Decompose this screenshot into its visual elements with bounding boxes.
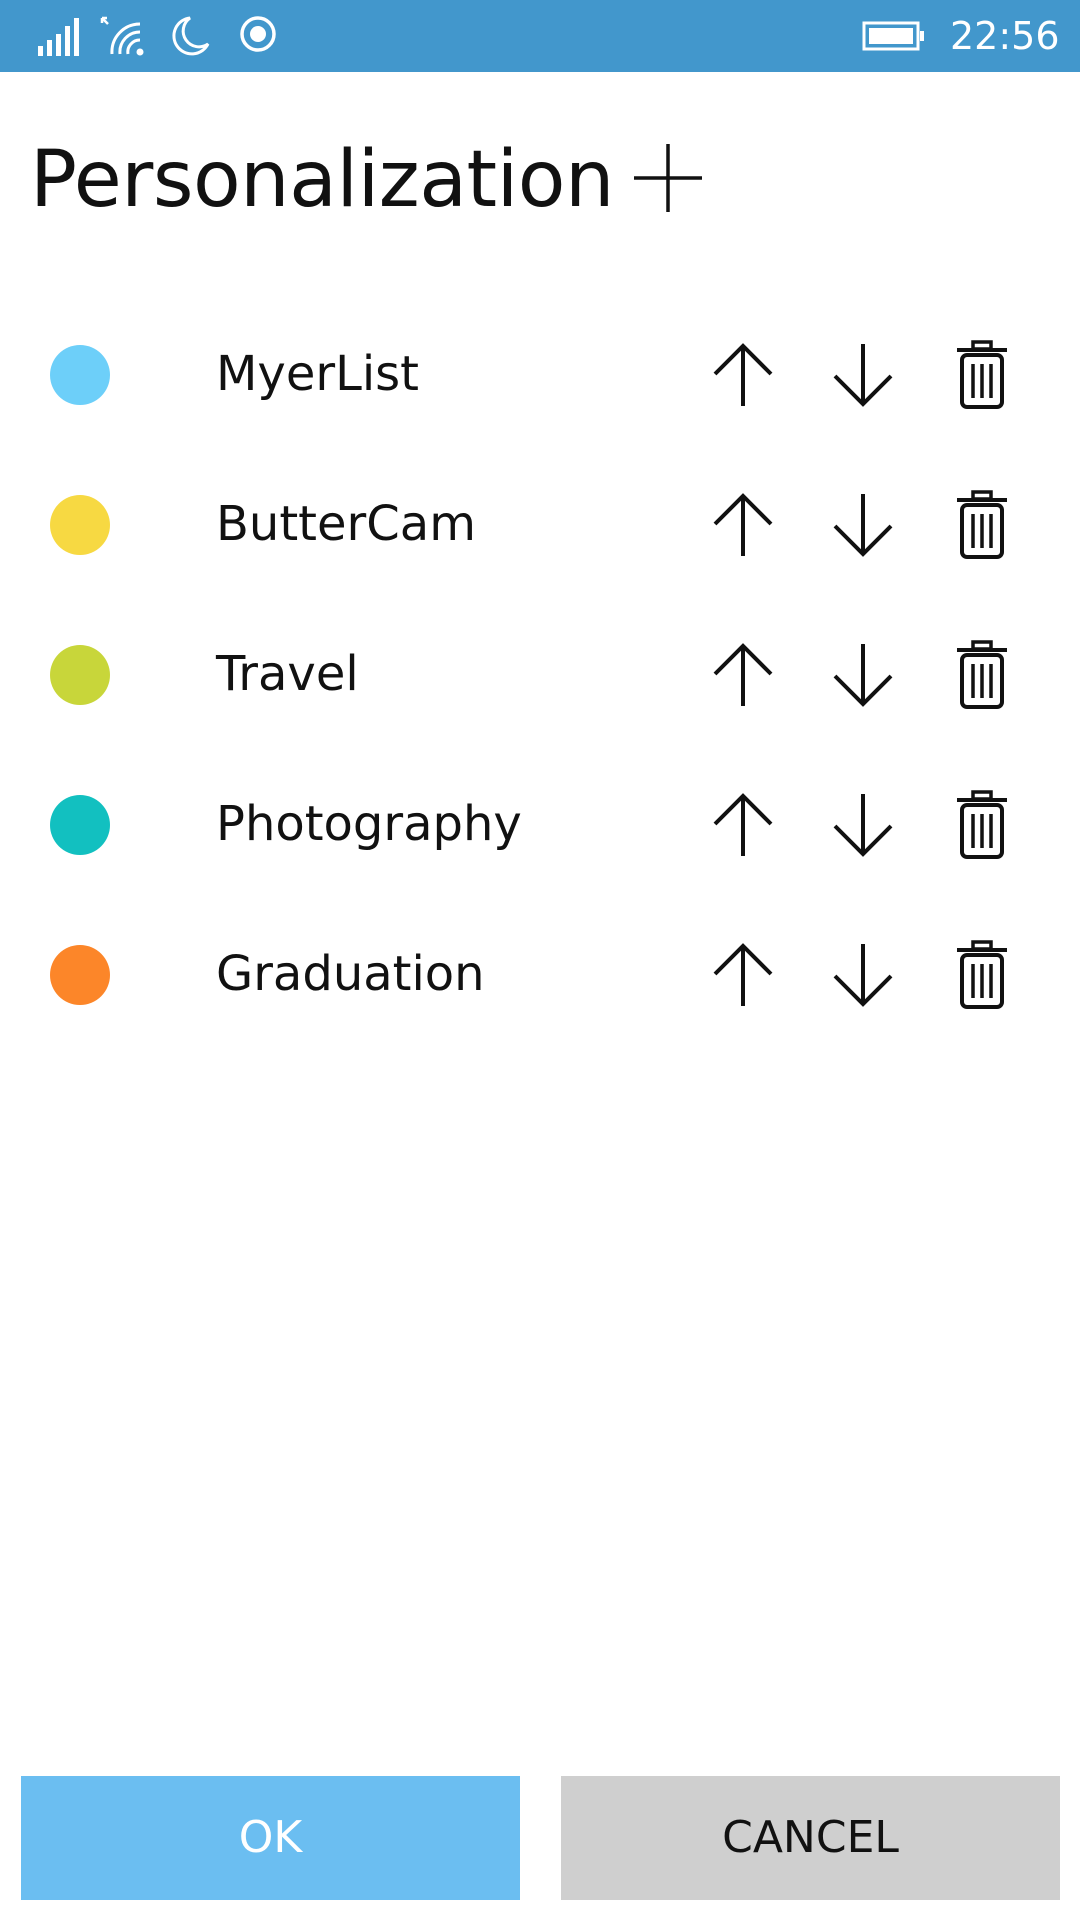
move-down-button[interactable] (828, 640, 898, 710)
wifi-icon (100, 14, 148, 58)
arrow-up-icon (713, 943, 773, 1006)
arrow-down-icon (833, 794, 893, 857)
move-up-button[interactable] (708, 340, 778, 410)
category-name: MyerList (216, 346, 419, 402)
delete-button[interactable] (947, 340, 1017, 410)
list-item: ButterCam (0, 450, 1080, 600)
list-item: MyerList (0, 300, 1080, 450)
category-name: Photography (216, 796, 522, 852)
plus-icon (634, 144, 702, 212)
cancel-button[interactable]: CANCEL (561, 1776, 1060, 1900)
arrow-up-icon (713, 493, 773, 556)
status-bar: 22:56 (0, 0, 1080, 72)
move-down-button[interactable] (828, 340, 898, 410)
move-down-button[interactable] (828, 940, 898, 1010)
color-dot[interactable] (50, 345, 110, 405)
record-icon (234, 14, 282, 58)
list-item: Travel (0, 600, 1080, 750)
delete-button[interactable] (947, 940, 1017, 1010)
color-dot[interactable] (50, 795, 110, 855)
list-item: Graduation (0, 900, 1080, 1050)
category-name: Graduation (216, 946, 485, 1002)
trash-icon (957, 790, 1007, 859)
arrow-down-icon (833, 944, 893, 1007)
delete-button[interactable] (947, 490, 1017, 560)
move-up-button[interactable] (708, 790, 778, 860)
move-up-button[interactable] (708, 640, 778, 710)
signal-icon (36, 14, 84, 58)
color-dot[interactable] (50, 495, 110, 555)
trash-icon (957, 640, 1007, 709)
category-name: Travel (216, 646, 359, 702)
move-up-button[interactable] (708, 940, 778, 1010)
list-item: Photography (0, 750, 1080, 900)
arrow-up-icon (713, 793, 773, 856)
battery-icon (862, 20, 926, 52)
category-name: ButterCam (216, 496, 476, 552)
trash-icon (957, 340, 1007, 409)
delete-button[interactable] (947, 640, 1017, 710)
add-category-button[interactable] (630, 140, 706, 216)
arrow-down-icon (833, 644, 893, 707)
move-down-button[interactable] (828, 490, 898, 560)
arrow-up-icon (713, 343, 773, 406)
move-down-button[interactable] (828, 790, 898, 860)
trash-icon (957, 490, 1007, 559)
status-time: 22:56 (950, 14, 1060, 58)
color-dot[interactable] (50, 645, 110, 705)
delete-button[interactable] (947, 790, 1017, 860)
arrow-up-icon (713, 643, 773, 706)
move-up-button[interactable] (708, 490, 778, 560)
moon-icon (168, 14, 216, 58)
arrow-down-icon (833, 494, 893, 557)
ok-button[interactable]: OK (21, 1776, 520, 1900)
trash-icon (957, 940, 1007, 1009)
arrow-down-icon (833, 344, 893, 407)
color-dot[interactable] (50, 945, 110, 1005)
page-title: Personalization (30, 135, 614, 225)
category-list: MyerList ButterCam Travel Photography Gr… (0, 300, 1080, 1050)
